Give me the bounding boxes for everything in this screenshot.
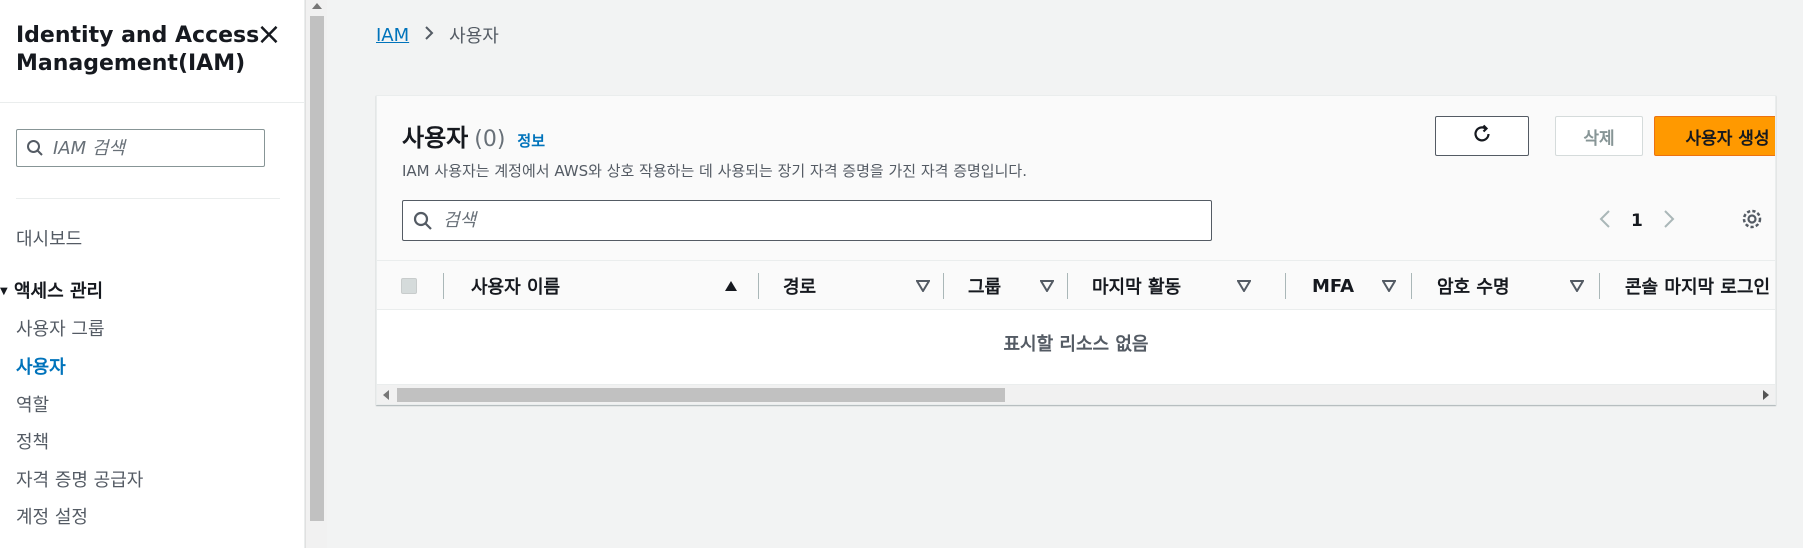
divider [16,198,280,199]
create-user-button[interactable]: 사용자 생성 [1654,116,1775,156]
column-divider [443,273,444,299]
column-divider [1411,273,1412,299]
search-icon [17,139,53,157]
delete-button[interactable]: 삭제 [1555,116,1643,156]
gear-icon[interactable] [1740,207,1764,235]
search-icon [403,211,443,231]
column-label: 사용자 이름 [471,277,561,298]
refresh-button[interactable] [1435,116,1529,156]
column-header-console-last-sign-in[interactable]: 콘솔 마지막 로그인 [1625,261,1770,311]
column-divider [1285,273,1286,299]
column-header-password-age[interactable]: 암호 수명 [1437,261,1510,311]
breadcrumb-link-iam[interactable]: IAM [376,25,409,46]
sort-icon[interactable] [1382,261,1396,311]
sidebar-item-user-groups[interactable]: 사용자 그룹 [16,318,105,342]
column-header-last-activity[interactable]: 마지막 활동 [1092,261,1181,311]
panel-title-text: 사용자 [402,124,469,152]
sidebar-search[interactable] [16,129,265,167]
sidebar-section-label: 액세스 관리 [14,281,104,302]
sort-icon[interactable] [1237,261,1251,311]
sidebar-title: Identity and Access Management(IAM) [16,23,260,76]
vertical-scrollbar[interactable] [305,0,327,548]
divider [0,102,305,103]
column-label: 암호 수명 [1437,277,1510,298]
page-title: 사용자 (0) 정보 [402,118,545,153]
column-label: MFA [1312,275,1355,297]
page-number[interactable]: 1 [1631,211,1643,231]
panel-description: IAM 사용자는 계정에서 AWS와 상호 작용하는 데 사용되는 장기 자격 … [402,162,1027,180]
breadcrumb-current: 사용자 [449,26,499,47]
table-header: 사용자 이름 경로 그룹 마지막 활동 MFA 암호 수명 콘솔 마지막 로그인 [377,260,1775,310]
column-divider [943,273,944,299]
sidebar-item-account-settings[interactable]: 계정 설정 [16,506,88,530]
breadcrumb: IAM 사용자 [376,22,499,48]
chevron-right-icon[interactable] [1663,207,1675,235]
sort-ascending-icon[interactable] [724,261,738,311]
select-all-checkbox[interactable] [401,278,417,294]
main-content: IAM 사용자 사용자 (0) 정보 IAM 사용자는 계정에서 AWS와 상호… [327,0,1803,548]
column-divider [1067,273,1068,299]
column-header-username[interactable]: 사용자 이름 [471,261,560,311]
info-link[interactable]: 정보 [517,130,545,151]
sort-icon[interactable] [916,261,930,311]
column-label: 마지막 활동 [1092,277,1182,298]
scrollbar-thumb[interactable] [310,16,324,521]
caret-down-icon: ▼ [0,286,8,297]
scroll-up-arrow-icon[interactable] [312,3,322,9]
sort-icon[interactable] [1570,261,1584,311]
column-header-mfa[interactable]: MFA [1312,261,1354,311]
sort-icon[interactable] [1040,261,1054,311]
column-header-path[interactable]: 경로 [783,261,816,311]
sidebar-item-users[interactable]: 사용자 [16,356,66,380]
user-count: (0) [474,127,506,152]
table-search[interactable] [402,200,1212,241]
column-divider [1599,273,1600,299]
chevron-right-icon [423,25,435,46]
scroll-right-arrow-icon[interactable] [1763,390,1769,400]
table-search-input[interactable] [443,210,1143,231]
horizontal-scrollbar[interactable] [377,384,1775,404]
sidebar-item-roles[interactable]: 역할 [16,394,49,418]
column-label: 경로 [783,277,817,298]
column-header-groups[interactable]: 그룹 [968,261,1001,311]
panel-header: 사용자 (0) 정보 IAM 사용자는 계정에서 AWS와 상호 작용하는 데 … [377,96,1775,260]
horizontal-scrollbar-thumb[interactable] [397,388,1005,402]
sidebar-section-access-management[interactable]: ▼ 액세스 관리 [0,280,103,304]
column-divider [758,273,759,299]
chevron-left-icon[interactable] [1599,207,1611,235]
sidebar: Identity and Access Management(IAM) × 대시… [0,0,305,548]
column-label: 그룹 [968,277,1002,298]
users-panel: 사용자 (0) 정보 IAM 사용자는 계정에서 AWS와 상호 작용하는 데 … [376,95,1776,405]
empty-state-message: 표시할 리소스 없음 [1003,334,1149,355]
sidebar-item-identity-providers[interactable]: 자격 증명 공급자 [16,469,143,493]
scroll-left-arrow-icon[interactable] [383,390,389,400]
refresh-icon [1471,123,1493,150]
sidebar-item-policies[interactable]: 정책 [16,431,49,455]
sidebar-search-input[interactable] [53,137,253,159]
column-label: 콘솔 마지막 로그인 [1625,277,1771,298]
close-icon[interactable]: × [255,20,283,50]
sidebar-item-dashboard[interactable]: 대시보드 [16,228,82,252]
pagination: 1 [1599,206,1675,236]
